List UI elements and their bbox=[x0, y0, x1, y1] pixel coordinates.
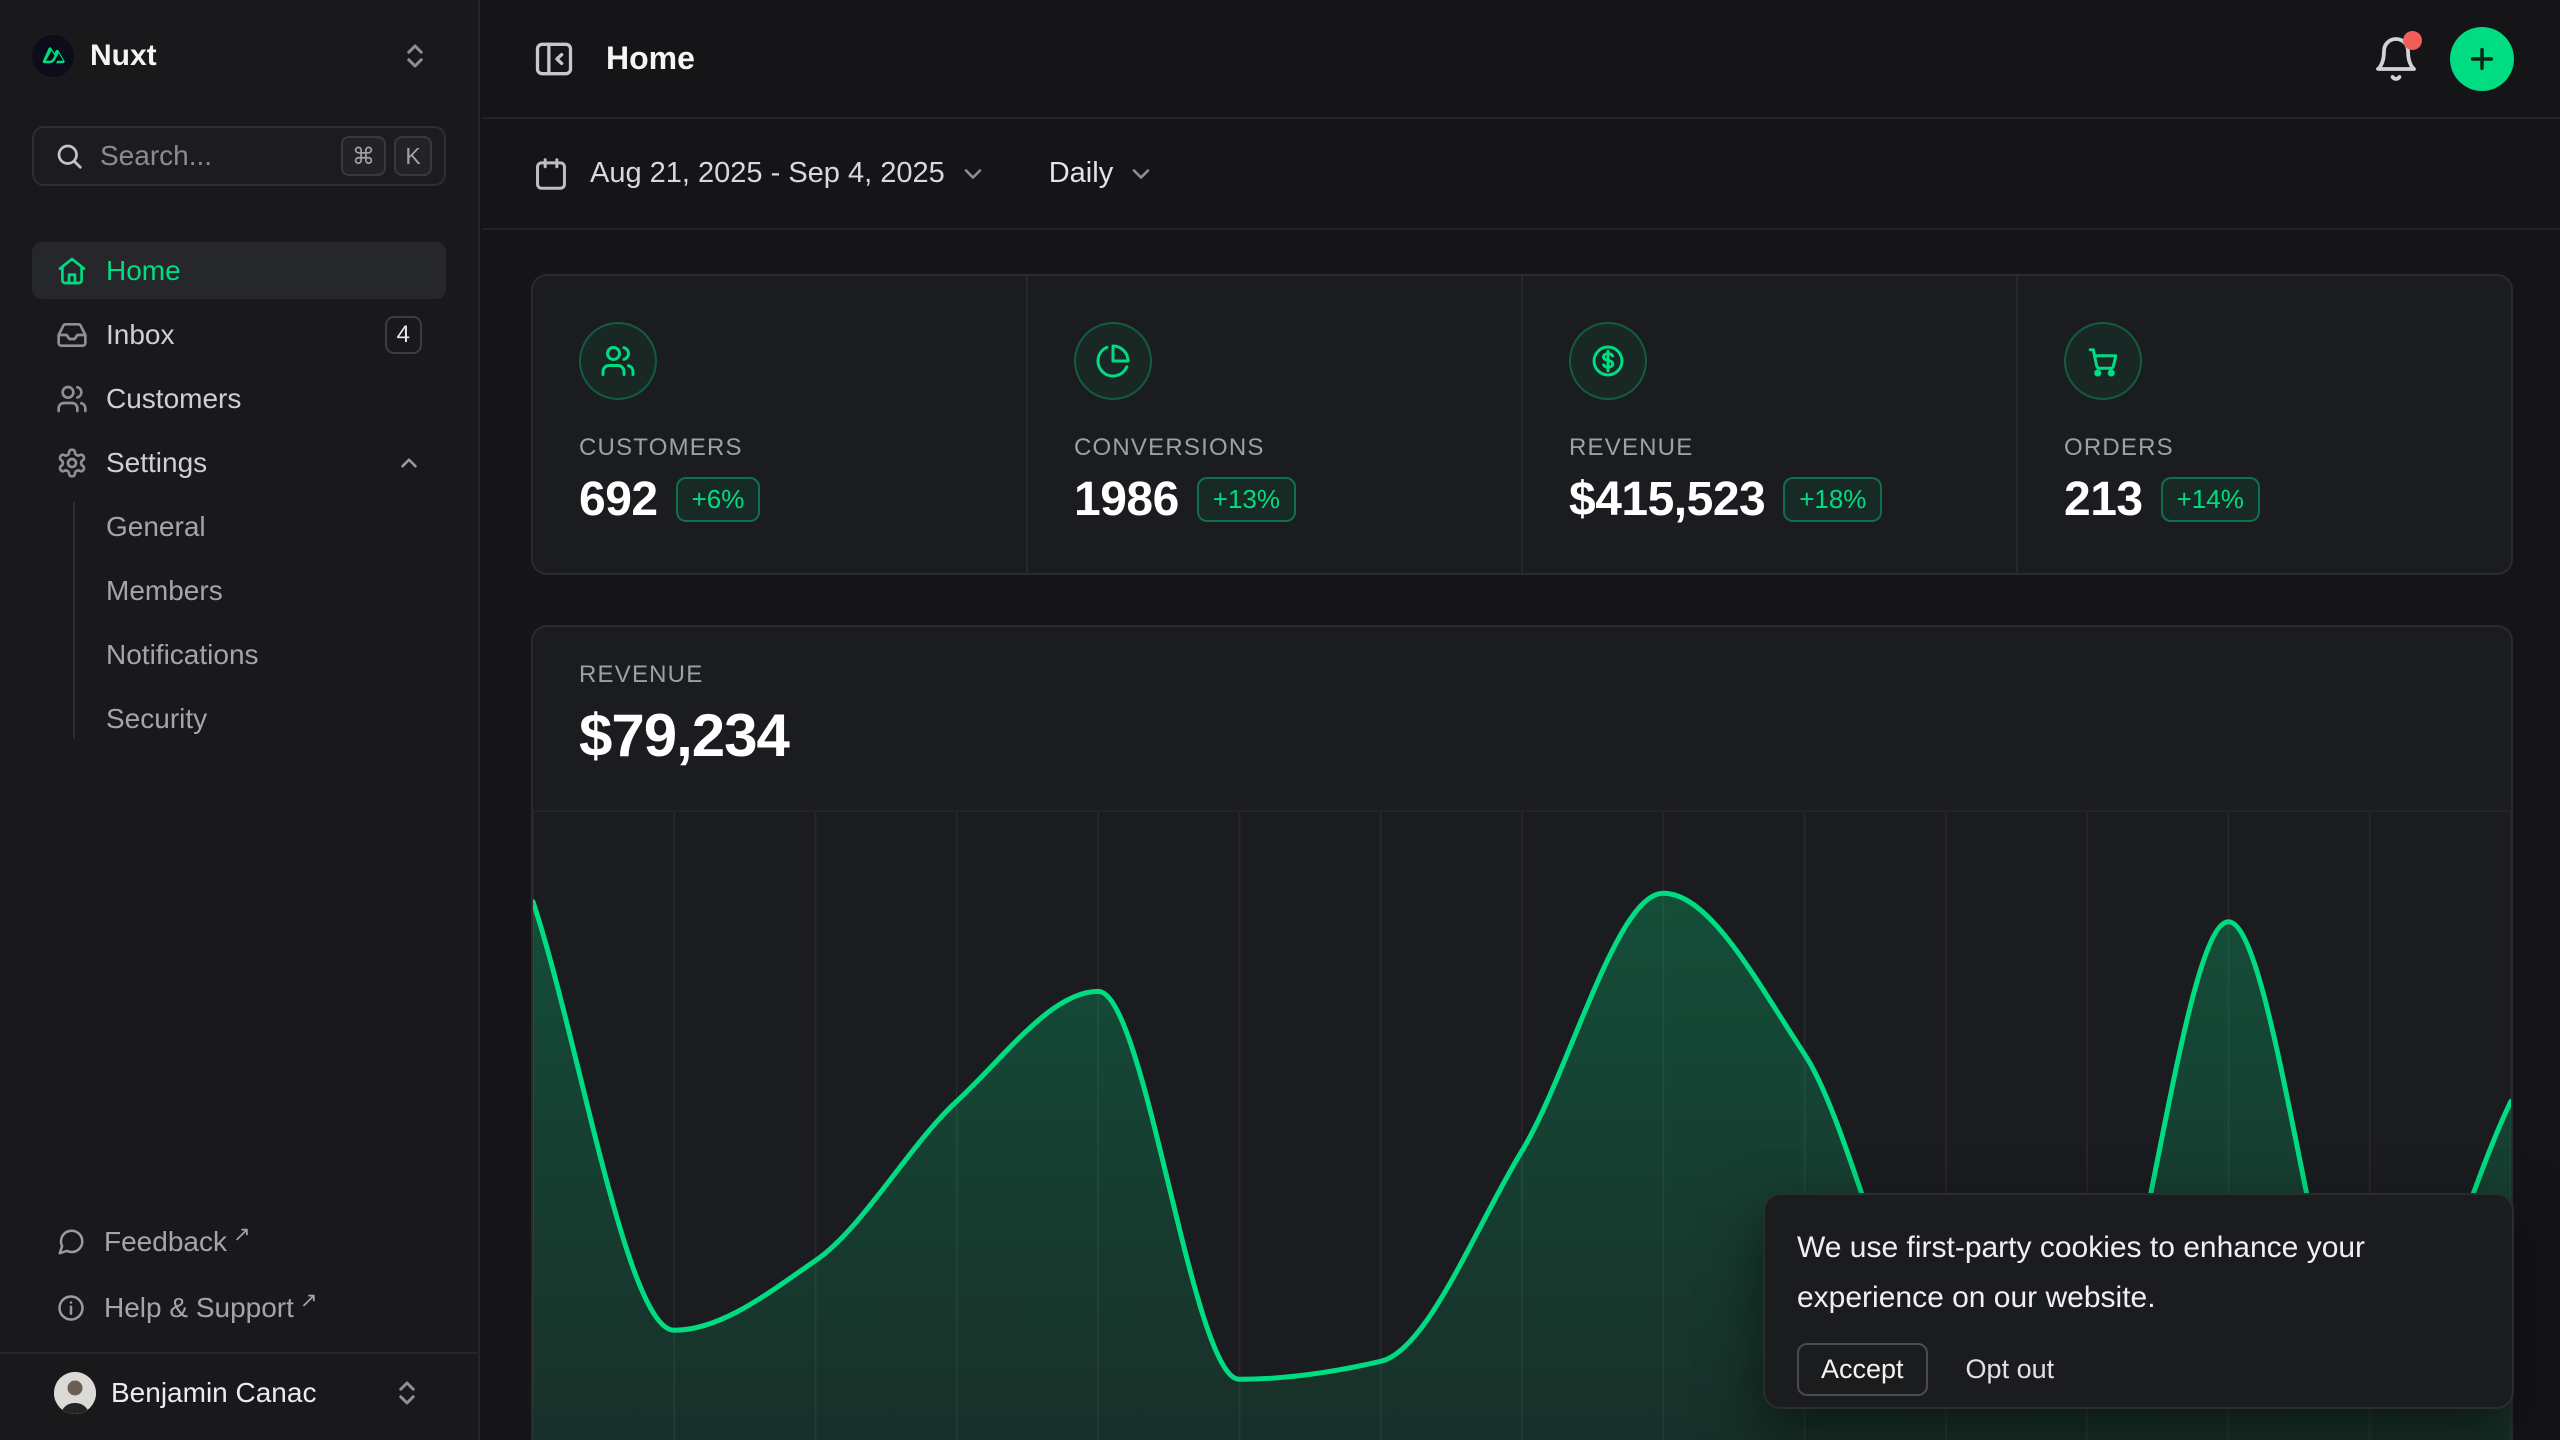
chevron-up-icon bbox=[396, 450, 422, 476]
feedback-link[interactable]: Feedback ↗ bbox=[32, 1220, 446, 1264]
sidebar-nav: Home Inbox 4 Customers Settings bbox=[32, 242, 446, 754]
sidebar-item-security[interactable]: Security bbox=[32, 690, 446, 747]
stat-value: 692 bbox=[579, 472, 658, 527]
date-range-picker[interactable]: Aug 21, 2025 - Sep 4, 2025 bbox=[532, 155, 987, 193]
cookie-banner: We use first-party cookies to enhance yo… bbox=[1763, 1193, 2514, 1409]
message-circle-icon bbox=[56, 1227, 86, 1257]
stat-label: REVENUE bbox=[1569, 434, 2016, 462]
stat-revenue[interactable]: REVENUE $415,523 +18% bbox=[1521, 276, 2016, 573]
sidebar-item-label: Customers bbox=[106, 383, 241, 415]
accept-button[interactable]: Accept bbox=[1797, 1343, 1928, 1396]
stat-orders[interactable]: ORDERS 213 +14% bbox=[2016, 276, 2511, 573]
add-button[interactable] bbox=[2450, 27, 2514, 91]
circle-dollar-icon bbox=[1569, 322, 1647, 400]
stat-label: ORDERS bbox=[2064, 434, 2511, 462]
search-placeholder: Search... bbox=[100, 140, 212, 172]
stat-delta-badge: +14% bbox=[2161, 477, 2260, 522]
stat-conversions[interactable]: CONVERSIONS 1986 +13% bbox=[1026, 276, 1521, 573]
search-kbd-shortcut: ⌘ K bbox=[341, 136, 432, 176]
sidebar-item-label: Settings bbox=[106, 447, 207, 479]
search-input[interactable]: Search... ⌘ K bbox=[32, 126, 446, 186]
pie-chart-icon bbox=[1074, 322, 1152, 400]
chevrons-up-down-icon bbox=[400, 41, 430, 71]
sidebar-item-settings[interactable]: Settings bbox=[32, 434, 446, 491]
workspace-name: Nuxt bbox=[90, 39, 157, 73]
help-support-link[interactable]: Help & Support ↗ bbox=[32, 1286, 446, 1330]
help-support-label: Help & Support bbox=[104, 1292, 294, 1324]
date-range-value: Aug 21, 2025 - Sep 4, 2025 bbox=[590, 157, 945, 190]
stat-delta-badge: +13% bbox=[1197, 477, 1296, 522]
sidebar: Nuxt Search... ⌘ K Home Inbox 4 bbox=[0, 0, 480, 1440]
users-icon bbox=[579, 322, 657, 400]
info-icon bbox=[56, 1293, 86, 1323]
stat-value: 1986 bbox=[1074, 472, 1179, 527]
gear-icon bbox=[56, 447, 88, 479]
calendar-icon bbox=[532, 155, 570, 193]
feedback-label: Feedback bbox=[104, 1226, 227, 1258]
sidebar-item-home[interactable]: Home bbox=[32, 242, 446, 299]
kbd-k: K bbox=[394, 136, 432, 176]
settings-subtree: General Members Notifications Security bbox=[32, 498, 446, 747]
opt-out-button[interactable]: Opt out bbox=[1966, 1354, 2055, 1385]
subtree-guide-line bbox=[73, 502, 75, 739]
chevron-down-icon bbox=[959, 160, 987, 188]
kbd-cmd: ⌘ bbox=[341, 136, 386, 176]
user-name: Benjamin Canac bbox=[111, 1377, 316, 1409]
granularity-select[interactable]: Daily bbox=[1049, 157, 1155, 190]
external-link-icon: ↗ bbox=[233, 1222, 251, 1247]
sidebar-item-label: Home bbox=[106, 255, 181, 287]
sidebar-item-notifications[interactable]: Notifications bbox=[32, 626, 446, 683]
search-icon bbox=[54, 141, 84, 171]
sidebar-item-members[interactable]: Members bbox=[32, 562, 446, 619]
cookie-message: We use first-party cookies to enhance yo… bbox=[1797, 1223, 2480, 1323]
page-title: Home bbox=[606, 40, 695, 77]
chevrons-up-down-icon bbox=[392, 1378, 422, 1408]
chevron-down-icon bbox=[1127, 160, 1155, 188]
notifications-button[interactable] bbox=[2372, 35, 2420, 83]
stat-value: $415,523 bbox=[1569, 472, 1765, 527]
notification-dot bbox=[2403, 31, 2422, 50]
sidebar-item-inbox[interactable]: Inbox 4 bbox=[32, 306, 446, 363]
filters-toolbar: Aug 21, 2025 - Sep 4, 2025 Daily bbox=[482, 119, 2560, 230]
stats-card: CUSTOMERS 692 +6% CONVERSIONS 1986 +13% bbox=[531, 274, 2513, 575]
stat-customers[interactable]: CUSTOMERS 692 +6% bbox=[533, 276, 1026, 573]
page-header: Home bbox=[482, 0, 2560, 119]
plus-icon bbox=[2466, 43, 2498, 75]
stat-delta-badge: +6% bbox=[676, 477, 761, 522]
workspace-switcher[interactable]: Nuxt bbox=[32, 26, 446, 86]
revenue-chart-value: $79,234 bbox=[579, 701, 2511, 770]
granularity-value: Daily bbox=[1049, 157, 1113, 190]
home-icon bbox=[56, 255, 88, 287]
users-icon bbox=[56, 383, 88, 415]
nuxt-logo-icon bbox=[32, 35, 74, 77]
sidebar-footer: Feedback ↗ Help & Support ↗ Benjamin Can… bbox=[32, 1220, 446, 1440]
sidebar-item-general[interactable]: General bbox=[32, 498, 446, 555]
shopping-cart-icon bbox=[2064, 322, 2142, 400]
user-menu[interactable]: Benjamin Canac bbox=[32, 1354, 446, 1440]
inbox-icon bbox=[56, 319, 88, 351]
inbox-count-badge: 4 bbox=[385, 316, 422, 354]
revenue-chart-label: REVENUE bbox=[579, 661, 2511, 689]
stat-value: 213 bbox=[2064, 472, 2143, 527]
stat-label: CONVERSIONS bbox=[1074, 434, 1521, 462]
collapse-sidebar-icon[interactable] bbox=[532, 37, 576, 81]
sidebar-item-customers[interactable]: Customers bbox=[32, 370, 446, 427]
sidebar-item-label: Inbox bbox=[106, 319, 175, 351]
avatar bbox=[54, 1372, 96, 1414]
stat-label: CUSTOMERS bbox=[579, 434, 1026, 462]
stat-delta-badge: +18% bbox=[1783, 477, 1882, 522]
external-link-icon: ↗ bbox=[300, 1288, 318, 1313]
